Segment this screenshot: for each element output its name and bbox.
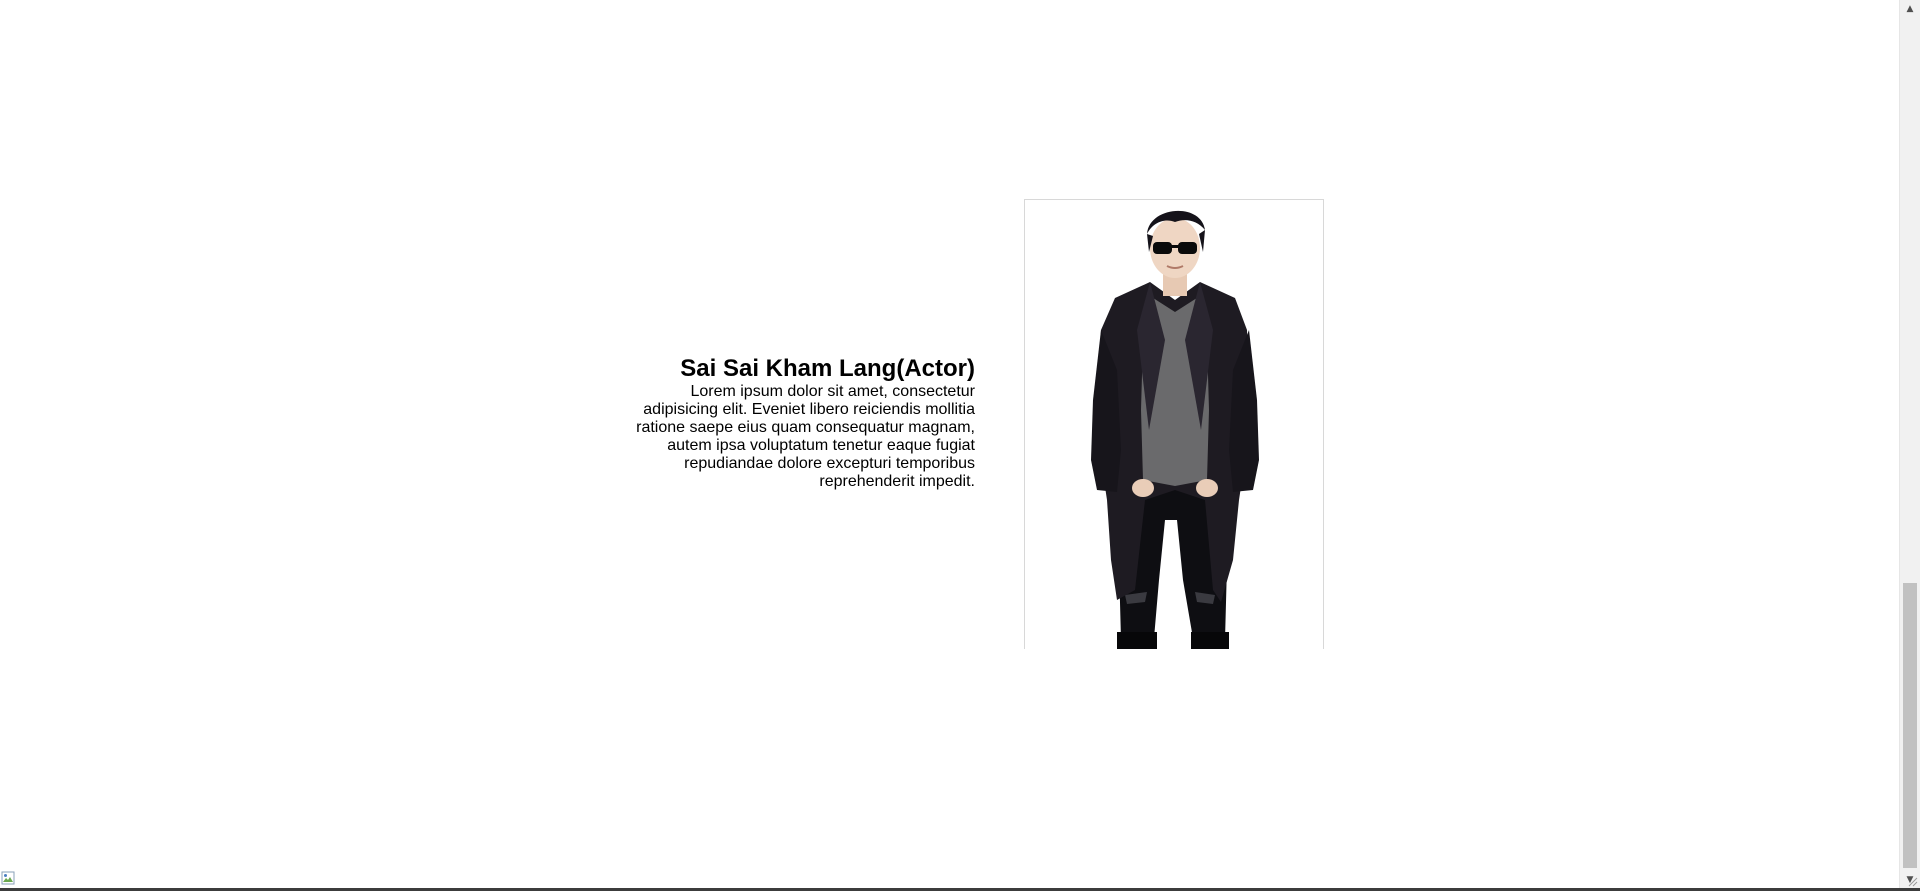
resize-grip-icon[interactable] (1908, 877, 1918, 887)
profile-info: Sai Sai Kham Lang(Actor) Lorem ipsum dol… (620, 355, 975, 491)
browser-viewport: Sai Sai Kham Lang(Actor) Lorem ipsum dol… (0, 0, 1920, 891)
triangle-up-icon[interactable]: ▲ (1900, 0, 1920, 17)
profile-name: Sai Sai Kham Lang(Actor) (680, 355, 975, 382)
broken-image-icon (1, 871, 15, 885)
person-photo-illustration (1025, 200, 1323, 649)
profile-description: Lorem ipsum dolor sit amet, consectetur … (636, 383, 975, 490)
page-content: Sai Sai Kham Lang(Actor) Lorem ipsum dol… (0, 0, 1899, 891)
profile-photo (1024, 199, 1324, 649)
vertical-scrollbar[interactable]: ▲ ▼ (1899, 0, 1920, 888)
scrollbar-thumb[interactable] (1903, 583, 1917, 868)
